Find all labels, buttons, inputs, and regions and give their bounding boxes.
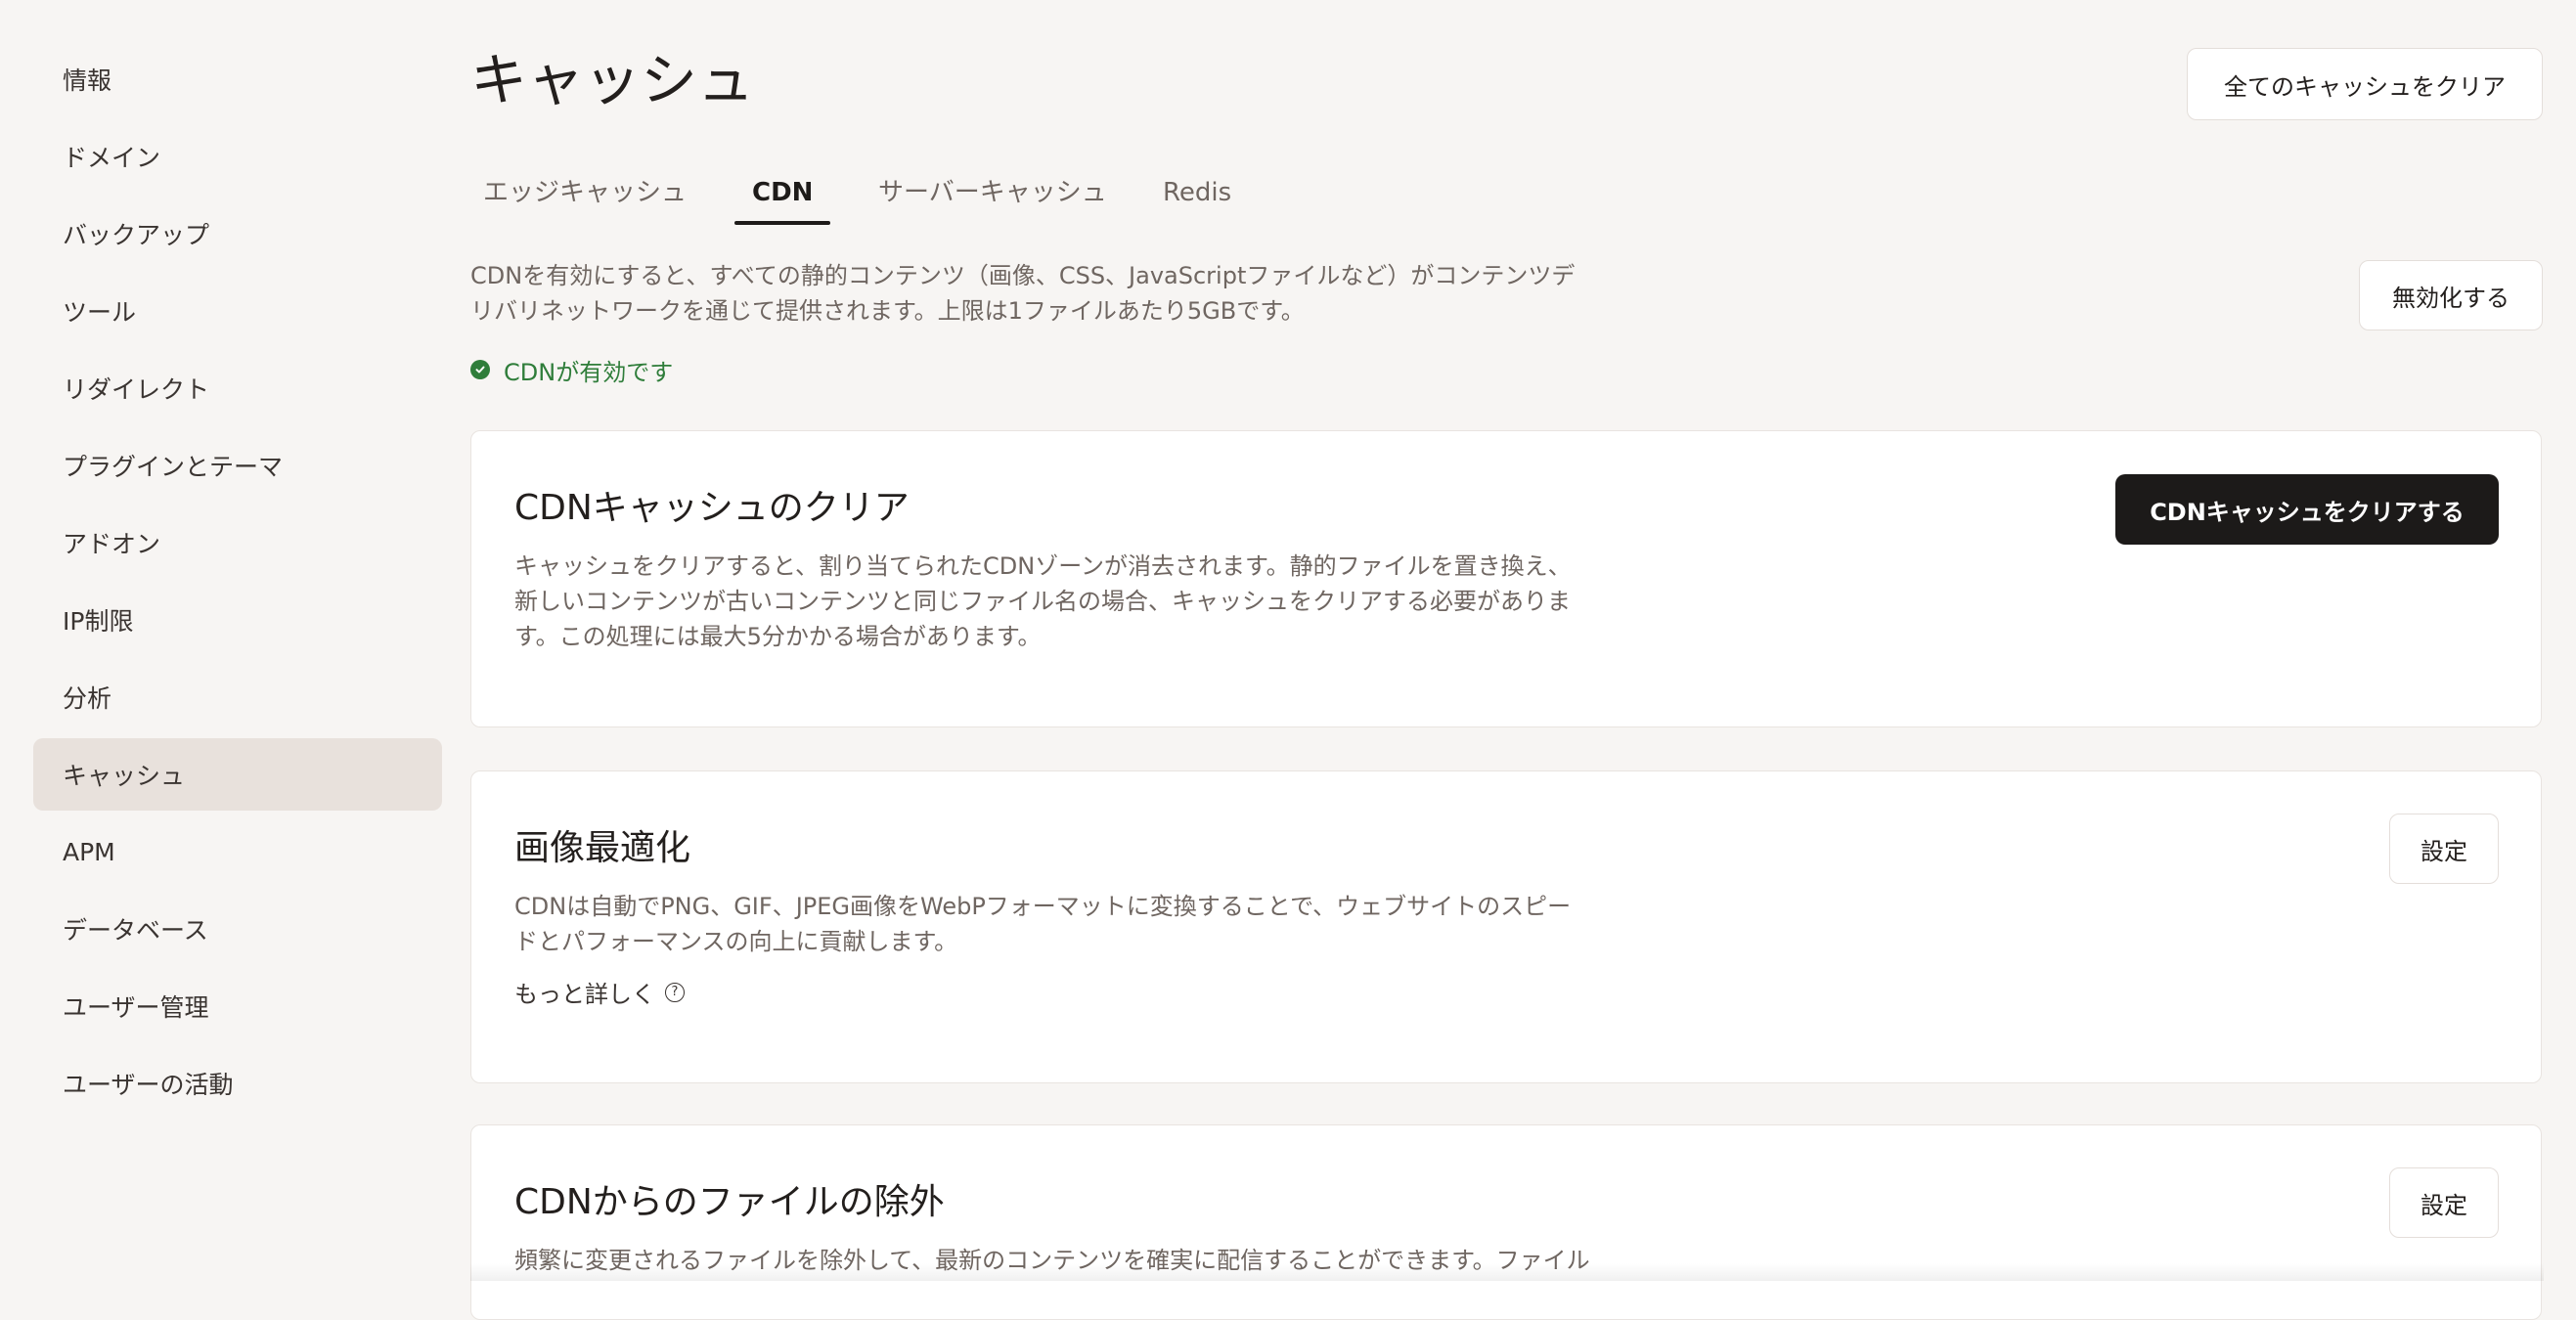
clear-cdn-cache-text-line1: キャッシュをクリアすると、割り当てられたCDNゾーンが消去されます。静的ファイル… (514, 552, 1572, 580)
image-optimization-text-line2: ドとパフォーマンスの向上に貢献します。 (514, 928, 958, 955)
sidebar-item-label: データベース (63, 916, 208, 945)
cdn-description-line2: リバリネットワークを通じて提供されます。上限は1ファイルあたり5GBです。 (470, 297, 1305, 325)
cdn-exclusion-settings-button[interactable]: 設定 (2389, 1167, 2499, 1238)
page-title: キャッシュ (470, 47, 755, 113)
sidebar-item-user-activity[interactable]: ユーザーの活動 (33, 1047, 442, 1120)
learn-more-label: もっと詳しく (514, 981, 655, 1008)
clear-cdn-cache-text-line3: す。この処理には最大5分かかる場合があります。 (514, 623, 1042, 650)
sidebar-item-redirects[interactable]: リダイレクト (33, 352, 442, 424)
image-optimization-text-line1: CDNは自動でPNG、GIF、JPEG画像をWebPフォーマットに変換することで… (514, 893, 1572, 920)
sidebar-item-label: 分析 (63, 684, 112, 713)
disable-cdn-button[interactable]: 無効化する (2359, 260, 2543, 330)
image-optimization-card: 画像最適化 CDNは自動でPNG、GIF、JPEG画像をWebPフォーマットに変… (470, 770, 2542, 1083)
cdn-exclusion-card: CDNからのファイルの除外 頻繁に変更されるファイルを除外して、最新のコンテンツ… (470, 1124, 2542, 1320)
sidebar-item-domains[interactable]: ドメイン (33, 120, 442, 193)
sidebar-item-analytics[interactable]: 分析 (33, 661, 442, 733)
clear-all-cache-button[interactable]: 全てのキャッシュをクリア (2187, 48, 2543, 120)
tab-cdn[interactable]: CDN (734, 166, 831, 225)
sidebar-item-backups[interactable]: バックアップ (33, 198, 442, 270)
clear-cdn-cache-button[interactable]: CDNキャッシュをクリアする (2115, 474, 2499, 545)
cdn-description: CDNを有効にすると、すべての静的コンテンツ（画像、CSS、JavaScript… (470, 258, 1644, 329)
image-optimization-title: 画像最適化 (514, 828, 691, 868)
learn-more-link[interactable]: もっと詳しく ? (514, 975, 685, 1009)
sidebar-item-label: ユーザーの活動 (63, 1071, 234, 1099)
sidebar-item-user-management[interactable]: ユーザー管理 (33, 970, 442, 1042)
tab-server-cache[interactable]: サーバーキャッシュ (878, 166, 1107, 225)
sidebar-item-apm[interactable]: APM (33, 815, 442, 888)
sidebar: 情報 ドメイン バックアップ ツール リダイレクト プラグインとテーマ アドオン… (33, 43, 442, 1124)
sidebar-item-label: アドオン (63, 530, 161, 558)
sidebar-item-label: ドメイン (63, 144, 161, 172)
sidebar-item-database[interactable]: データベース (33, 893, 442, 965)
cdn-exclusion-title: CDNからのファイルの除外 (514, 1182, 945, 1222)
clear-cdn-cache-text-line2: 新しいコンテンツが古いコンテンツと同じファイル名の場合、キャッシュをクリアする必… (514, 588, 1571, 615)
sidebar-item-label: リダイレクト (63, 375, 210, 404)
image-optimization-settings-button[interactable]: 設定 (2389, 814, 2499, 884)
sidebar-item-label: プラグインとテーマ (63, 453, 284, 481)
cdn-description-line1: CDNを有効にすると、すべての静的コンテンツ（画像、CSS、JavaScript… (470, 262, 1576, 289)
tab-redis[interactable]: Redis (1163, 166, 1231, 225)
cdn-status: CDNが有効です (470, 350, 673, 389)
main-content: キャッシュ 全てのキャッシュをクリア エッジキャッシュ CDN サーバーキャッシ… (470, 0, 2544, 1320)
sidebar-item-tools[interactable]: ツール (33, 275, 442, 347)
tab-bar: エッジキャッシュ CDN サーバーキャッシュ Redis (470, 166, 1448, 225)
sidebar-item-label: 情報 (63, 66, 112, 95)
clear-cdn-cache-card: CDNキャッシュのクリア キャッシュをクリアすると、割り当てられたCDNゾーンが… (470, 430, 2542, 727)
sidebar-item-ip-deny[interactable]: IP制限 (33, 584, 442, 656)
sidebar-item-addons[interactable]: アドオン (33, 506, 442, 579)
sidebar-item-label: ユーザー管理 (63, 993, 209, 1022)
sidebar-item-label: キャッシュ (63, 762, 186, 790)
sidebar-item-label: バックアップ (63, 221, 210, 249)
clear-cdn-cache-text: キャッシュをクリアすると、割り当てられたCDNゾーンが消去されます。静的ファイル… (514, 549, 1668, 654)
bottom-fade (470, 1263, 2544, 1281)
sidebar-item-label: IP制限 (63, 607, 134, 636)
sidebar-item-label: ツール (63, 298, 137, 327)
tab-edge-cache[interactable]: エッジキャッシュ (483, 166, 687, 225)
sidebar-item-label: APM (63, 837, 115, 866)
sidebar-item-plugins-themes[interactable]: プラグインとテーマ (33, 429, 442, 502)
sidebar-item-info[interactable]: 情報 (33, 43, 442, 115)
cdn-status-text: CDNが有効です (504, 358, 674, 386)
sidebar-item-caching[interactable]: キャッシュ (33, 738, 442, 811)
question-circle-icon: ? (665, 982, 685, 1002)
clear-cdn-cache-title: CDNキャッシュのクリア (514, 488, 910, 528)
check-circle-icon (470, 360, 490, 379)
image-optimization-text: CDNは自動でPNG、GIF、JPEG画像をWebPフォーマットに変換することで… (514, 889, 1668, 959)
